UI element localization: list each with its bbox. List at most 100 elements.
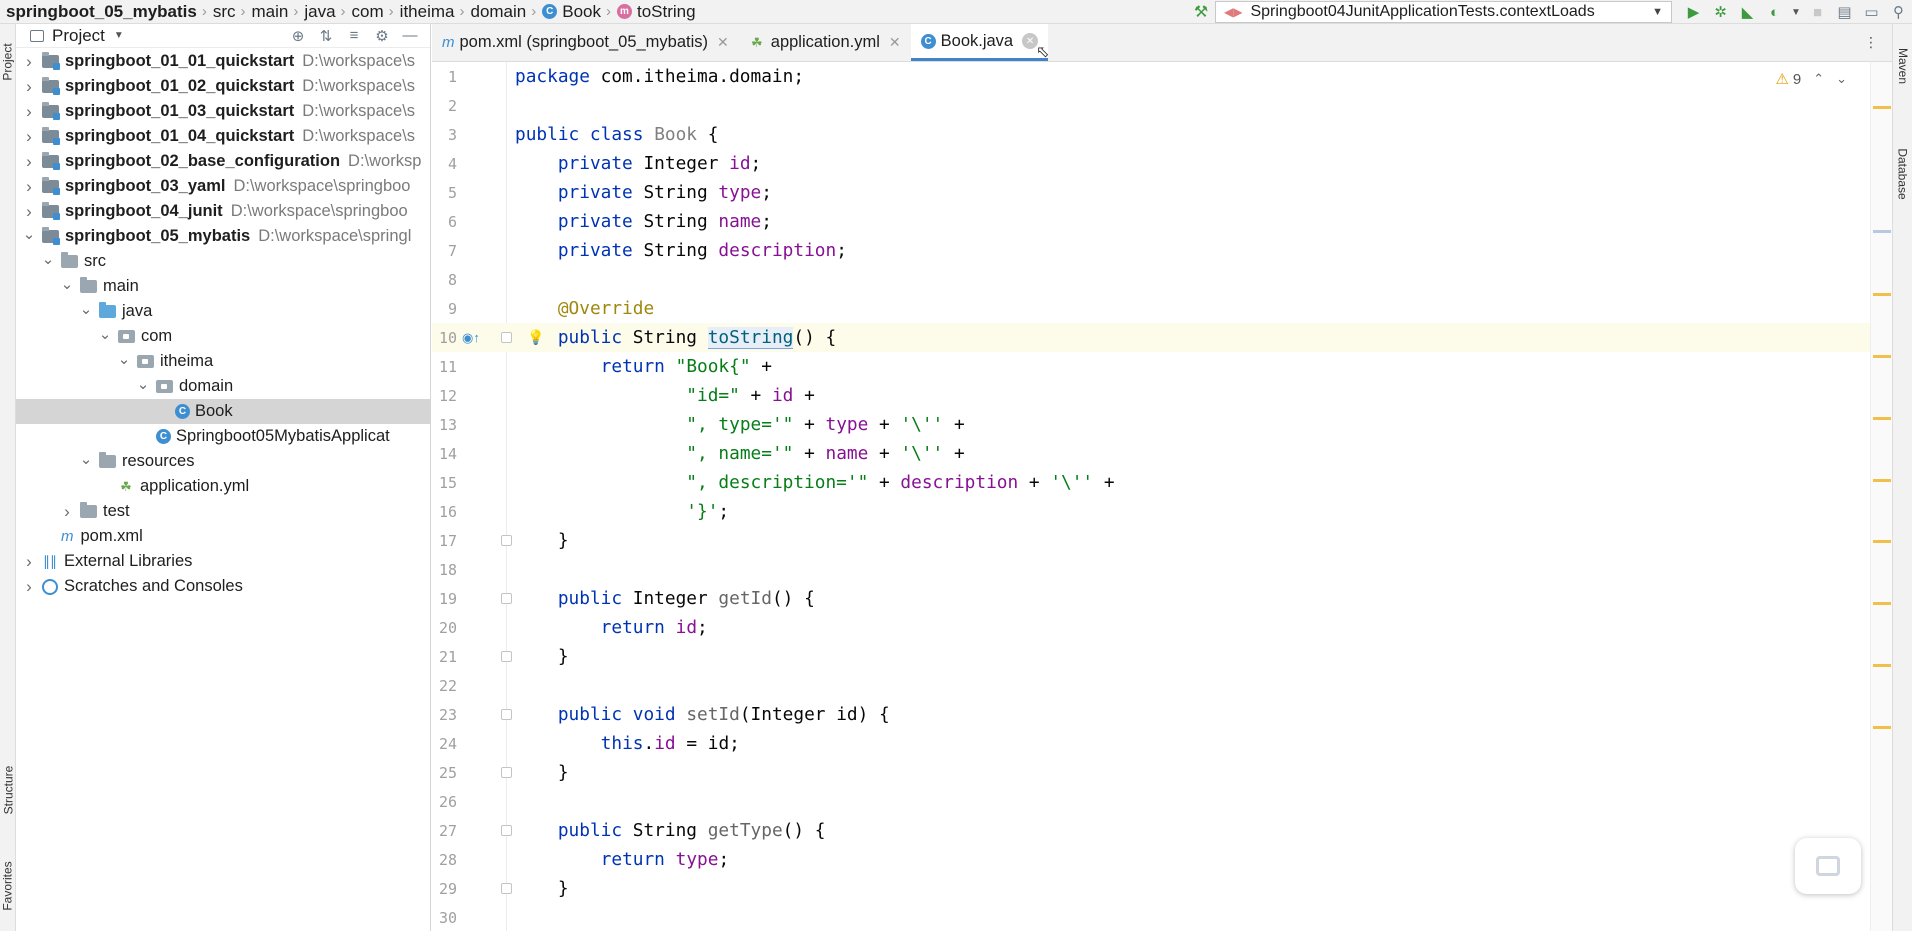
tree-item[interactable]: › springboot_02_base_configuration D:\work… xyxy=(16,149,431,174)
previous-highlight-icon[interactable]: ⌃ xyxy=(1813,71,1824,87)
code-line[interactable]: 12 "id=" + id + xyxy=(432,381,1870,410)
breadcrumb-item[interactable]: C Book xyxy=(542,2,601,22)
code-text[interactable]: public String toString() { xyxy=(515,326,836,349)
code-line[interactable]: 17 } xyxy=(432,526,1870,555)
chevron-right-icon[interactable]: › xyxy=(22,177,36,197)
search-everywhere-icon[interactable]: ⚲ xyxy=(1885,3,1912,21)
code-line[interactable]: 13 ", type='" + type + '\'' + xyxy=(432,410,1870,439)
project-structure-icon[interactable]: ▤ xyxy=(1831,3,1858,21)
editor-tab[interactable]: ☘ application.yml ✕ xyxy=(739,24,911,61)
code-line[interactable]: 29 } xyxy=(432,874,1870,903)
floating-action-button[interactable] xyxy=(1795,838,1861,894)
chevron-down-icon[interactable]: ⌄ xyxy=(79,300,93,318)
code-text[interactable]: '}'; xyxy=(515,501,729,522)
code-text[interactable]: return id; xyxy=(515,617,708,638)
code-line[interactable]: 25 } xyxy=(432,758,1870,787)
breadcrumb-item[interactable]: m toString xyxy=(617,2,696,22)
warning-stripe-mark[interactable] xyxy=(1873,664,1891,667)
tree-item[interactable]: ⌄ src xyxy=(16,249,431,274)
code-text[interactable]: ", description='" + description + '\'' + xyxy=(515,472,1114,493)
code-text[interactable]: } xyxy=(515,646,569,667)
chevron-down-icon[interactable]: ⌄ xyxy=(60,275,74,293)
debug-icon[interactable]: ✲ xyxy=(1707,3,1734,21)
chevron-right-icon[interactable]: › xyxy=(22,52,36,72)
warning-stripe-mark[interactable] xyxy=(1873,417,1891,420)
structure-tool-tab[interactable]: Structure xyxy=(0,752,16,828)
code-line[interactable]: 6 private String name; xyxy=(432,207,1870,236)
tree-item[interactable]: › springboot_01_02_quickstart D:\workspace… xyxy=(16,74,431,99)
code-line[interactable]: 1 package com.itheima.domain; xyxy=(432,62,1870,91)
code-line[interactable]: 15 ", description='" + description + '\'… xyxy=(432,468,1870,497)
tree-item[interactable]: ›☘application.yml xyxy=(16,474,431,499)
fold-marker-icon[interactable] xyxy=(501,709,512,720)
code-line[interactable]: 5 private String type; xyxy=(432,178,1870,207)
project-view-title[interactable]: Project xyxy=(52,26,105,46)
fold-marker-icon[interactable] xyxy=(501,332,512,343)
code-text[interactable]: public class Book { xyxy=(515,124,718,145)
chevron-right-icon[interactable]: › xyxy=(22,552,36,572)
next-highlight-icon[interactable]: ⌄ xyxy=(1836,71,1847,87)
code-line[interactable]: 20 return id; xyxy=(432,613,1870,642)
fold-marker-icon[interactable] xyxy=(501,767,512,778)
code-line[interactable]: 3 public class Book { xyxy=(432,120,1870,149)
more-tabs-icon[interactable]: ⋮ xyxy=(1864,34,1878,51)
code-text[interactable]: private String name; xyxy=(515,211,772,232)
gear-icon[interactable]: ⚙ xyxy=(368,27,396,45)
code-line[interactable]: 30 xyxy=(432,903,1870,931)
code-text[interactable]: ", name='" + name + '\'' + xyxy=(515,443,964,464)
code-text[interactable]: private String type; xyxy=(515,182,772,203)
breadcrumb-item[interactable]: java xyxy=(304,2,335,22)
warning-stripe-mark[interactable] xyxy=(1873,293,1891,296)
coverage-icon[interactable]: ◣ xyxy=(1734,3,1761,21)
code-text[interactable]: private String description; xyxy=(515,240,847,261)
tree-item[interactable]: › springboot_03_yaml D:\workspace\springbo… xyxy=(16,174,431,199)
tree-item[interactable]: ⌄ springboot_05_mybatis D:\workspace\sprin… xyxy=(16,224,431,249)
stop-icon[interactable]: ■ xyxy=(1804,4,1831,21)
code-text[interactable]: "id=" + id + xyxy=(515,385,815,406)
breadcrumb-item[interactable]: com xyxy=(352,2,384,22)
code-text[interactable]: this.id = id; xyxy=(515,733,740,754)
tree-item[interactable]: ›mpom.xml xyxy=(16,524,431,549)
code-text[interactable]: private Integer id; xyxy=(515,153,761,174)
database-tool-tab[interactable]: Database xyxy=(1893,124,1912,224)
chevron-down-icon[interactable]: ▼ xyxy=(114,30,124,41)
code-line[interactable]: 14 ", name='" + name + '\'' + xyxy=(432,439,1870,468)
code-line[interactable]: 28 return type; xyxy=(432,845,1870,874)
build-hammer-icon[interactable]: ⚒ xyxy=(1187,2,1215,22)
tree-item[interactable]: › springboot_01_01_quickstart D:\workspace… xyxy=(16,49,431,74)
chevron-right-icon[interactable]: › xyxy=(22,152,36,172)
code-line[interactable]: 22 xyxy=(432,671,1870,700)
breadcrumb-item[interactable]: src xyxy=(213,2,236,22)
chevron-right-icon[interactable]: › xyxy=(22,577,36,597)
chevron-down-icon[interactable]: ⌄ xyxy=(136,375,150,393)
code-text[interactable]: } xyxy=(515,762,569,783)
tree-item[interactable]: ⌄ java xyxy=(16,299,431,324)
chevron-right-icon[interactable]: › xyxy=(60,502,74,522)
code-line[interactable]: 18 xyxy=(432,555,1870,584)
chevron-down-icon[interactable]: ⌄ xyxy=(22,225,36,243)
code-line[interactable]: 23 public void setId(Integer id) { xyxy=(432,700,1870,729)
locate-icon[interactable]: ⊕ xyxy=(284,27,312,45)
error-stripe[interactable] xyxy=(1870,62,1892,931)
code-line[interactable]: 11 return "Book{" + xyxy=(432,352,1870,381)
run-icon[interactable]: ▶ xyxy=(1680,3,1707,21)
code-line[interactable]: 2 xyxy=(432,91,1870,120)
chevron-right-icon[interactable]: › xyxy=(22,77,36,97)
tree-item[interactable]: › springboot_01_04_quickstart D:\workspace… xyxy=(16,124,431,149)
tree-item[interactable]: ⌄ resources xyxy=(16,449,431,474)
code-line[interactable]: 4 private Integer id; xyxy=(432,149,1870,178)
code-text[interactable]: public void setId(Integer id) { xyxy=(515,704,890,725)
fold-marker-icon[interactable] xyxy=(501,883,512,894)
tree-item[interactable]: ⌄ com xyxy=(16,324,431,349)
fold-marker-icon[interactable] xyxy=(501,535,512,546)
tree-item[interactable]: ›CBook xyxy=(16,399,431,424)
breadcrumb-item[interactable]: domain xyxy=(470,2,526,22)
tree-item[interactable]: › springboot_01_03_quickstart D:\workspace… xyxy=(16,99,431,124)
code-text[interactable]: ", type='" + type + '\'' + xyxy=(515,414,964,435)
chevron-right-icon[interactable]: › xyxy=(22,202,36,222)
overrides-method-icon[interactable]: ◉↑ xyxy=(462,330,480,346)
tree-item[interactable]: ›CSpringboot05MybatisApplicat xyxy=(16,424,431,449)
code-text[interactable]: return "Book{" + xyxy=(515,356,772,377)
code-line[interactable]: 27 public String getType() { xyxy=(432,816,1870,845)
maven-tool-tab[interactable]: Maven xyxy=(1893,34,1912,98)
